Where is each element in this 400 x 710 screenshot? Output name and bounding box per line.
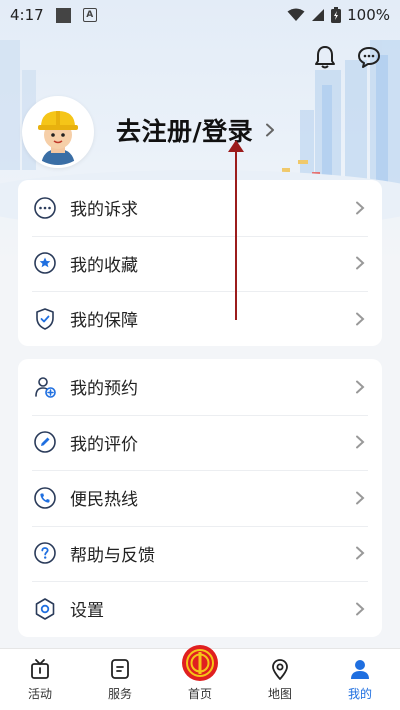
tab-label: 首页: [187, 687, 212, 701]
phone-icon: [32, 485, 58, 511]
tab-label: 服务: [107, 687, 132, 701]
pencil-icon: [32, 429, 58, 455]
service-list-icon: [108, 657, 132, 681]
bottom-navigation: 活动 服务 首页 地图 我的: [0, 645, 400, 710]
chat-icon[interactable]: [356, 44, 382, 70]
menu-item-label: 我的预约: [70, 379, 138, 400]
worker-avatar-icon: [25, 99, 91, 165]
settings-icon: [32, 596, 58, 622]
menu-item-label: 我的保障: [70, 311, 138, 332]
tab-label: 活动: [27, 687, 52, 701]
status-bar: 4:17 A 100%: [0, 0, 400, 30]
menu-item-label: 设置: [70, 601, 104, 622]
menu-item-hotline[interactable]: 便民热线: [18, 470, 382, 526]
menu-item-my-reviews[interactable]: 我的评价: [18, 414, 382, 471]
menu-item-label: 我的收藏: [70, 255, 138, 276]
chevron-right-icon: [356, 602, 365, 616]
chevron-right-icon: [356, 312, 365, 326]
app-notice-icon: A: [82, 8, 97, 22]
shield-icon: [32, 306, 58, 332]
menu-item-my-protection[interactable]: 我的保障: [18, 291, 382, 347]
avatar[interactable]: [22, 96, 94, 168]
menu-item-my-favorites[interactable]: 我的收藏: [18, 235, 382, 292]
chevron-right-icon: [356, 256, 365, 270]
chevron-right-icon: [356, 435, 365, 449]
notification-icon: [55, 7, 71, 23]
menu-card-services: 我的预约 我的评价 便民热线 帮助与反馈 设置: [18, 359, 382, 637]
battery-percent: 100%: [347, 6, 390, 24]
help-icon: [32, 540, 58, 566]
menu-item-label: 便民热线: [70, 490, 138, 511]
chevron-right-icon: [266, 123, 275, 137]
menu-item-my-appeals[interactable]: 我的诉求: [18, 180, 382, 236]
tab-mine[interactable]: 我的: [325, 657, 395, 702]
location-pin-icon: [268, 657, 292, 681]
chevron-right-icon: [356, 201, 365, 215]
wifi-icon: [287, 8, 305, 21]
user-icon: [348, 657, 372, 681]
chat-dots-icon: [32, 195, 58, 221]
bell-icon[interactable]: [312, 44, 338, 70]
menu-item-settings[interactable]: 设置: [18, 581, 382, 637]
menu-item-label: 帮助与反馈: [70, 545, 155, 566]
chevron-right-icon: [356, 380, 365, 394]
gift-box-icon: [28, 657, 52, 681]
chevron-right-icon: [356, 546, 365, 560]
tab-label: 地图: [267, 687, 292, 701]
signal-icon: [312, 9, 325, 21]
tab-label: 我的: [347, 687, 372, 701]
header-actions: [312, 44, 382, 70]
menu-item-help-feedback[interactable]: 帮助与反馈: [18, 525, 382, 582]
menu-item-label: 我的诉求: [70, 200, 138, 221]
tab-home[interactable]: 首页: [165, 645, 235, 702]
tab-services[interactable]: 服务: [85, 657, 155, 702]
star-icon: [32, 250, 58, 276]
menu-card-personal: 我的诉求 我的收藏 我的保障: [18, 180, 382, 346]
status-time: 4:17: [10, 6, 44, 24]
tab-activities[interactable]: 活动: [5, 657, 75, 702]
user-add-icon: [32, 374, 58, 400]
login-register-link[interactable]: 去注册/登录: [116, 112, 275, 148]
union-emblem-icon: [182, 645, 218, 681]
tab-map[interactable]: 地图: [245, 657, 315, 702]
login-register-label: 去注册/登录: [116, 117, 254, 146]
menu-item-my-appointments[interactable]: 我的预约: [18, 359, 382, 415]
battery-icon: [331, 7, 342, 23]
menu-item-label: 我的评价: [70, 434, 138, 455]
status-right: 100%: [287, 6, 390, 24]
chevron-right-icon: [356, 491, 365, 505]
